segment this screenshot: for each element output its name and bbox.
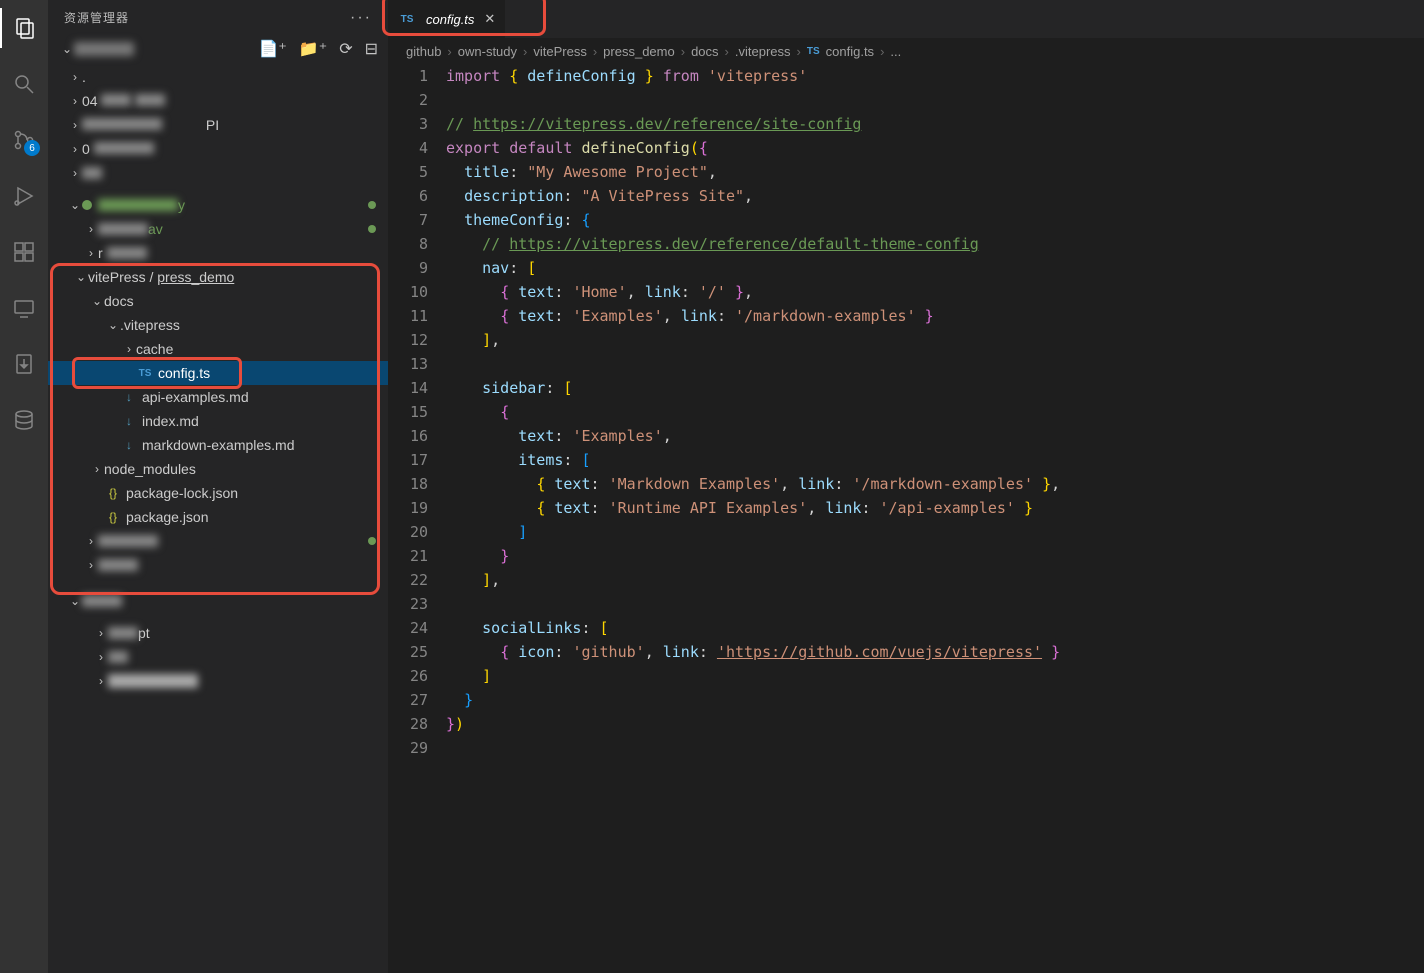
code-content[interactable]: import { defineConfig } from 'vitepress'… xyxy=(446,64,1424,973)
sidebar-more-icon[interactable]: ··· xyxy=(350,9,372,27)
tree-row[interactable]: › xyxy=(48,553,388,577)
chevron-down-icon[interactable]: ⌄ xyxy=(60,42,74,56)
tree-row[interactable]: ›04 xyxy=(48,89,388,113)
search-icon[interactable] xyxy=(0,64,48,104)
tab-bar: TS config.ts ✕ xyxy=(388,0,1424,38)
tree-row-config-ts[interactable]: ·TSconfig.ts xyxy=(48,361,388,385)
tree-row-pkg-lock[interactable]: ·{}package-lock.json xyxy=(48,481,388,505)
modified-dot-icon xyxy=(368,537,376,545)
remote-icon[interactable] xyxy=(0,288,48,328)
new-file-icon[interactable]: 📄⁺ xyxy=(258,39,286,59)
extensions-icon[interactable] xyxy=(0,232,48,272)
tree-row-api-examples[interactable]: ·↓api-examples.md xyxy=(48,385,388,409)
sidebar-title: 资源管理器 xyxy=(64,9,129,26)
line-numbers: 1234567891011121314151617181920212223242… xyxy=(388,64,446,973)
markdown-icon: ↓ xyxy=(120,438,138,452)
refresh-icon[interactable]: ⟳ xyxy=(339,39,352,59)
tree-row[interactable]: ⌄y xyxy=(48,193,388,217)
modified-dot-icon xyxy=(368,225,376,233)
tree-row[interactable]: ⌄ xyxy=(48,589,388,613)
markdown-icon: ↓ xyxy=(120,390,138,404)
explorer-icon[interactable] xyxy=(0,8,48,48)
tree-row[interactable]: ›av xyxy=(48,217,388,241)
run-debug-icon[interactable] xyxy=(0,176,48,216)
sidebar-header: 资源管理器 ··· xyxy=(48,0,388,35)
tab-label: config.ts xyxy=(426,12,474,27)
typescript-icon: TS xyxy=(136,368,154,379)
tree-row[interactable]: › xyxy=(48,669,388,693)
tree-row[interactable]: ›0 xyxy=(48,137,388,161)
tree-row-vitepress[interactable]: ⌄ vitePress / press_demo xyxy=(48,265,388,289)
new-folder-icon[interactable]: 📁⁺ xyxy=(299,39,327,59)
collapse-icon[interactable]: ⊟ xyxy=(365,39,378,59)
sidebar-toolbar: ⌄ 📄⁺ 📁⁺ ⟳ ⊟ xyxy=(48,35,388,63)
database-icon[interactable] xyxy=(0,400,48,440)
source-control-icon[interactable]: 6 xyxy=(0,120,48,160)
tree-row[interactable]: ›. xyxy=(48,65,388,89)
code-area[interactable]: 1234567891011121314151617181920212223242… xyxy=(388,64,1424,973)
activity-bar: 6 xyxy=(0,0,48,973)
typescript-icon: TS xyxy=(807,46,820,57)
tab-config-ts[interactable]: TS config.ts ✕ xyxy=(388,0,505,38)
file-tree: ›. ›04 › PI ›0 › ⌄y ›av ›r ⌄ vitePress /… xyxy=(48,63,388,973)
markdown-icon: ↓ xyxy=(120,414,138,428)
sidebar: 资源管理器 ··· ⌄ 📄⁺ 📁⁺ ⟳ ⊟ ›. ›04 › PI ›0 › ⌄… xyxy=(48,0,388,973)
tree-row-index-md[interactable]: ·↓index.md xyxy=(48,409,388,433)
tree-row[interactable]: ›pt xyxy=(48,621,388,645)
tree-row-md-examples[interactable]: ·↓markdown-examples.md xyxy=(48,433,388,457)
modified-dot-icon xyxy=(368,201,376,209)
scm-badge: 6 xyxy=(24,140,40,156)
close-icon[interactable]: ✕ xyxy=(484,11,495,27)
tree-row-docs[interactable]: ⌄docs xyxy=(48,289,388,313)
typescript-icon: TS xyxy=(398,14,416,25)
editor: TS config.ts ✕ github› own-study› vitePr… xyxy=(388,0,1424,973)
tree-row-node-modules[interactable]: ›node_modules xyxy=(48,457,388,481)
json-icon: {} xyxy=(104,486,122,500)
tree-row-pkg[interactable]: ·{}package.json xyxy=(48,505,388,529)
breadcrumbs[interactable]: github› own-study› vitePress› press_demo… xyxy=(388,38,1424,64)
tree-row-vitepress-dir[interactable]: ⌄.vitepress xyxy=(48,313,388,337)
tree-row[interactable]: › PI xyxy=(48,113,388,137)
tree-row[interactable]: ›r xyxy=(48,241,388,265)
tree-row[interactable]: › xyxy=(48,161,388,185)
tree-row[interactable]: › xyxy=(48,529,388,553)
tree-row[interactable]: › xyxy=(48,645,388,669)
workspace-name-blurred xyxy=(74,42,134,56)
tree-row-cache[interactable]: ›cache xyxy=(48,337,388,361)
misc-icon-1[interactable] xyxy=(0,344,48,384)
json-icon: {} xyxy=(104,510,122,524)
